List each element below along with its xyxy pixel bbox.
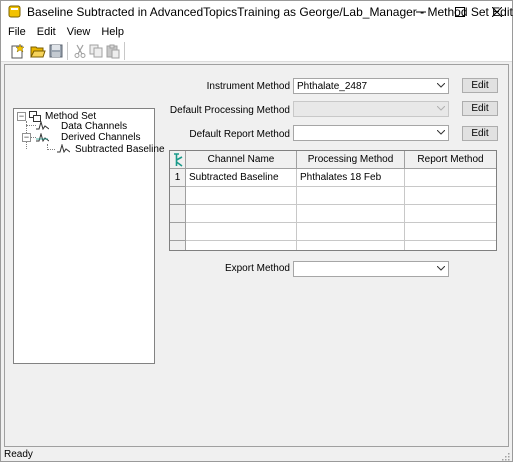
method-set-editor-window: Baseline Subtracted in AdvancedTopicsTra… <box>0 0 513 462</box>
menu-help[interactable]: Help <box>97 26 128 38</box>
expand-derived-channels-toggle[interactable]: − <box>22 133 31 142</box>
default-processing-select[interactable] <box>293 101 449 117</box>
maximize-button[interactable] <box>445 1 475 23</box>
row-number[interactable] <box>170 241 186 250</box>
cell-channel-name[interactable]: Subtracted Baseline <box>186 169 297 187</box>
cell-empty[interactable] <box>405 205 496 223</box>
maximize-icon <box>455 7 465 17</box>
default-report-select[interactable] <box>293 125 449 141</box>
grid-corner <box>170 151 186 169</box>
cell-empty[interactable] <box>405 241 496 250</box>
status-text: Ready <box>4 449 33 460</box>
menu-view[interactable]: View <box>63 26 95 38</box>
instrument-method-value: Phthalate_2487 <box>297 81 368 92</box>
channel-grid-icon <box>173 153 182 167</box>
export-method-select[interactable] <box>293 261 449 277</box>
tree-item-derived-channels[interactable]: Derived Channels <box>61 132 141 143</box>
row-number[interactable]: 1 <box>170 169 186 187</box>
expand-method-set-toggle[interactable]: − <box>17 112 26 121</box>
cell-empty[interactable] <box>186 187 297 205</box>
default-report-label: Default Report Method <box>189 129 290 140</box>
toolbar-separator <box>124 42 125 60</box>
column-header-channel-name[interactable]: Channel Name <box>186 151 297 169</box>
tree-item-subtracted-baseline[interactable]: Subtracted Baseline <box>75 144 165 155</box>
column-header-processing-method[interactable]: Processing Method <box>297 151 405 169</box>
edit-instrument-method-button[interactable]: Edit <box>462 78 498 93</box>
edit-default-report-button[interactable]: Edit <box>462 126 498 141</box>
cell-report-method[interactable] <box>405 169 496 187</box>
paste-icon[interactable] <box>105 43 121 59</box>
menu-bar: File Edit View Help <box>1 23 512 40</box>
chevron-down-icon <box>437 83 445 88</box>
instrument-method-label: Instrument Method <box>206 81 290 92</box>
close-icon <box>492 7 502 17</box>
new-icon[interactable] <box>10 43 26 59</box>
method-set-tree[interactable]: − Method Set Data Channels − Derived Cha… <box>13 108 165 364</box>
cell-empty[interactable] <box>405 187 496 205</box>
chevron-down-icon <box>437 130 445 135</box>
open-icon[interactable] <box>30 43 46 59</box>
edit-default-processing-button[interactable]: Edit <box>462 101 498 116</box>
default-processing-label: Default Processing Method <box>169 105 290 116</box>
app-icon <box>8 5 21 18</box>
cell-processing-method[interactable]: Phthalates 18 Feb <box>297 169 405 187</box>
subtracted-baseline-icon <box>57 144 70 153</box>
export-method-label: Export Method <box>224 263 290 274</box>
cell-empty[interactable] <box>297 223 405 241</box>
data-channel-icon <box>36 121 49 130</box>
resize-grip-icon[interactable] <box>500 451 510 461</box>
cell-empty[interactable] <box>297 241 405 250</box>
derived-channel-icon <box>36 133 49 142</box>
channel-method-grid[interactable]: Channel Name Processing Method Report Me… <box>169 150 497 251</box>
cell-empty[interactable] <box>297 187 405 205</box>
cell-empty[interactable] <box>297 205 405 223</box>
minimize-icon <box>416 11 426 13</box>
chevron-down-icon <box>437 106 445 111</box>
instrument-method-select[interactable]: Phthalate_2487 <box>293 78 449 94</box>
tree-connector <box>26 125 36 126</box>
toolbar <box>1 40 512 62</box>
cell-empty[interactable] <box>186 223 297 241</box>
cut-icon[interactable] <box>72 43 88 59</box>
editor-panel: − Method Set Data Channels − Derived Cha… <box>4 64 509 447</box>
menu-edit[interactable]: Edit <box>33 26 60 38</box>
status-bar: Ready <box>1 448 512 462</box>
tree-connector <box>47 149 55 150</box>
cell-empty[interactable] <box>186 205 297 223</box>
menu-file[interactable]: File <box>4 26 30 38</box>
copy-icon[interactable] <box>88 43 104 59</box>
window-title: Baseline Subtracted in AdvancedTopicsTra… <box>27 5 513 19</box>
chevron-down-icon <box>437 266 445 271</box>
row-number[interactable] <box>170 223 186 241</box>
cell-empty[interactable] <box>405 223 496 241</box>
minimize-button[interactable] <box>406 1 436 23</box>
tree-item-data-channels[interactable]: Data Channels <box>61 121 127 132</box>
row-number[interactable] <box>170 205 186 223</box>
title-bar: Baseline Subtracted in AdvancedTopicsTra… <box>1 1 513 23</box>
save-icon[interactable] <box>48 43 64 59</box>
row-number[interactable] <box>170 187 186 205</box>
column-header-report-method[interactable]: Report Method <box>405 151 496 169</box>
close-button[interactable] <box>482 1 512 23</box>
cell-empty[interactable] <box>186 241 297 250</box>
toolbar-separator <box>67 42 68 60</box>
